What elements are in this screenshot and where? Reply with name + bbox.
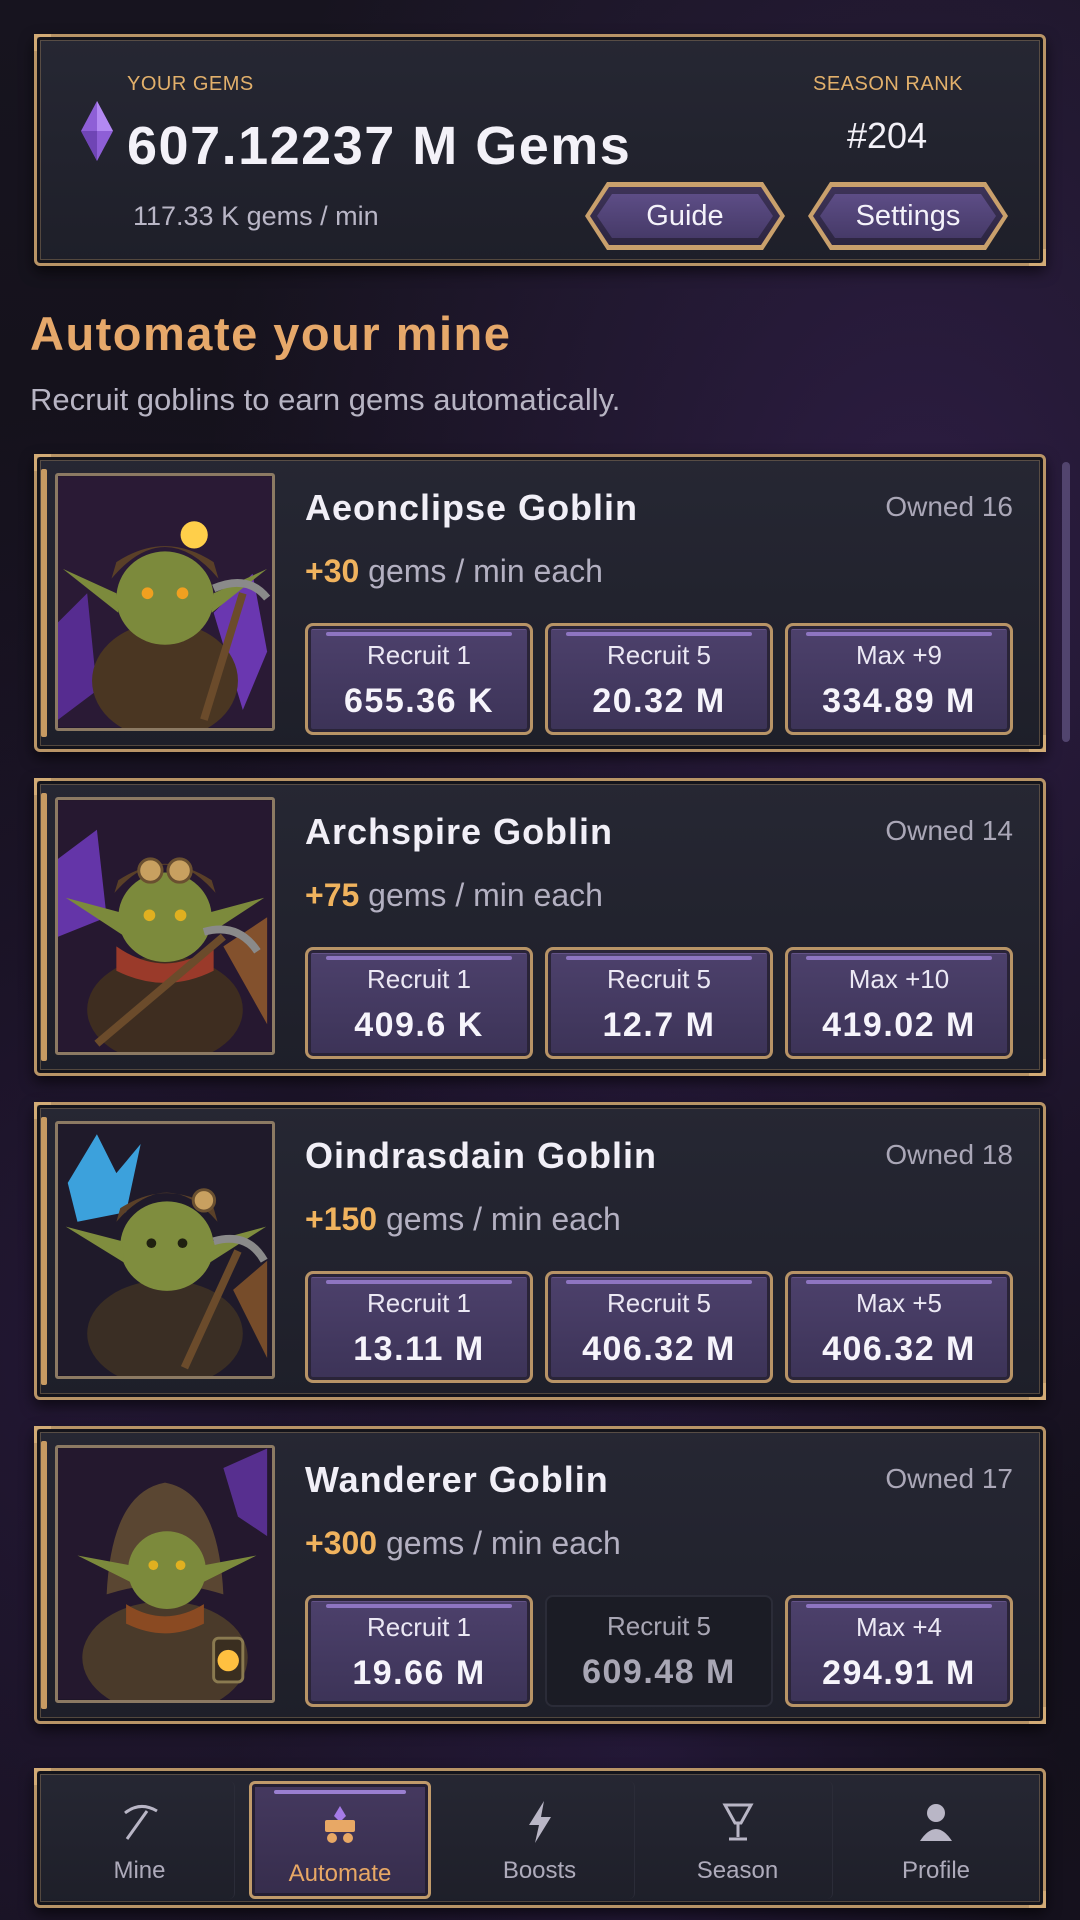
- recruit-max-button[interactable]: Max +10 419.02 M: [785, 947, 1013, 1059]
- button-cost: 19.66 M: [352, 1654, 486, 1692]
- goblin-name: Aeonclipse Goblin: [305, 487, 639, 528]
- owned-count: Owned 18: [885, 1139, 1013, 1170]
- goblin-portrait: [55, 797, 275, 1055]
- recruit-1-button[interactable]: Recruit 1 655.36 K: [305, 623, 533, 735]
- rate-suffix: gems / min each: [359, 877, 603, 913]
- nav-item-automate[interactable]: Automate: [249, 1781, 431, 1899]
- guide-button-label: Guide: [646, 199, 724, 232]
- goblin-card-wanderer: Wanderer Goblin Owned 17 +300 gems / min…: [34, 1426, 1046, 1724]
- button-cost: 294.91 M: [822, 1654, 976, 1692]
- section-title: Automate your mine: [30, 307, 512, 360]
- rate-suffix: gems / min each: [377, 1525, 621, 1561]
- season-rank-label: SEASON RANK: [813, 73, 963, 95]
- rate-suffix: gems / min each: [377, 1201, 621, 1237]
- button-cost: 609.48 M: [582, 1653, 736, 1691]
- goblin-card-archspire: Archspire Goblin Owned 14 +75 gems / min…: [34, 778, 1046, 1076]
- nav-label: Boosts: [502, 1857, 577, 1884]
- nav-item-mine[interactable]: Mine: [45, 1781, 235, 1899]
- lightning-icon: [528, 1801, 551, 1843]
- owned-count: Owned 17: [885, 1463, 1013, 1494]
- owned-count: Owned 14: [885, 815, 1013, 846]
- recruit-1-button[interactable]: Recruit 1 19.66 M: [305, 1595, 533, 1707]
- season-rank-value: #204: [847, 115, 928, 156]
- button-label: Recruit 5: [606, 1611, 712, 1641]
- nav-item-season[interactable]: Season: [643, 1781, 833, 1899]
- goblin-portrait: [55, 1445, 275, 1703]
- nav-label: Season: [696, 1857, 779, 1884]
- button-label: Max +10: [848, 964, 950, 994]
- scrollbar[interactable]: [1062, 462, 1070, 742]
- goblin-rate: +300 gems / min each: [305, 1525, 621, 1562]
- gem-icon: [81, 101, 113, 161]
- minecart-icon: [325, 1806, 355, 1843]
- button-cost: 20.32 M: [592, 682, 726, 720]
- goblin-rate: +150 gems / min each: [305, 1201, 621, 1238]
- button-cost: 13.11 M: [353, 1330, 485, 1368]
- settings-button-label: Settings: [855, 199, 961, 232]
- recruit-1-button[interactable]: Recruit 1 409.6 K: [305, 947, 533, 1059]
- gem-rate: 117.33 K gems / min: [133, 201, 379, 231]
- rate-suffix: gems / min each: [359, 553, 603, 589]
- goblin-name: Oindrasdain Goblin: [305, 1135, 658, 1176]
- button-cost: 655.36 K: [344, 682, 494, 720]
- gem-total: 607.12237 M Gems: [127, 116, 632, 176]
- goblin-card-aeonclipse: Aeonclipse Goblin Owned 16 +30 gems / mi…: [34, 454, 1046, 752]
- recruit-max-button[interactable]: Max +4 294.91 M: [785, 1595, 1013, 1707]
- button-cost: 409.6 K: [354, 1006, 484, 1044]
- button-label: Max +4: [856, 1612, 942, 1642]
- recruit-5-button[interactable]: Recruit 5 20.32 M: [545, 623, 773, 735]
- guide-button[interactable]: Guide: [585, 182, 785, 250]
- rate-amount: +150: [305, 1201, 378, 1237]
- button-label: Recruit 1: [366, 1288, 472, 1318]
- recruit-5-button[interactable]: Recruit 5 406.32 M: [545, 1271, 773, 1383]
- button-label: Recruit 5: [606, 964, 712, 994]
- owned-count: Owned 16: [885, 491, 1013, 522]
- button-label: Max +9: [856, 640, 942, 670]
- rate-amount: +300: [305, 1525, 378, 1561]
- trophy-icon: [721, 1803, 754, 1841]
- button-label: Recruit 1: [366, 964, 472, 994]
- goblin-portrait: [55, 1121, 275, 1379]
- goblin-portrait: [55, 473, 275, 731]
- button-cost: 406.32 M: [822, 1330, 976, 1368]
- goblin-name: Wanderer Goblin: [305, 1459, 609, 1500]
- goblin-card-oindrasdain: Oindrasdain Goblin Owned 18 +150 gems / …: [34, 1102, 1046, 1400]
- recruit-max-button[interactable]: Max +9 334.89 M: [785, 623, 1013, 735]
- button-label: Max +5: [856, 1288, 942, 1318]
- gems-label: YOUR GEMS: [127, 73, 254, 95]
- button-cost: 406.32 M: [582, 1330, 736, 1368]
- goblin-name: Archspire Goblin: [305, 811, 614, 852]
- button-cost: 12.7 M: [602, 1006, 716, 1044]
- section-subtitle: Recruit goblins to earn gems automatical…: [30, 382, 621, 417]
- nav-item-profile[interactable]: Profile: [841, 1781, 1031, 1899]
- recruit-max-button[interactable]: Max +5 406.32 M: [785, 1271, 1013, 1383]
- recruit-5-button[interactable]: Recruit 5 12.7 M: [545, 947, 773, 1059]
- pickaxe-icon: [123, 1805, 158, 1840]
- button-label: Recruit 1: [366, 1612, 472, 1642]
- button-label: Recruit 1: [366, 640, 472, 670]
- settings-button[interactable]: Settings: [808, 182, 1008, 250]
- button-cost: 334.89 M: [822, 682, 976, 720]
- button-label: Recruit 5: [606, 1288, 712, 1318]
- goblin-rate: +30 gems / min each: [305, 553, 603, 590]
- button-label: Recruit 5: [606, 640, 712, 670]
- goblin-rate: +75 gems / min each: [305, 877, 603, 914]
- person-icon: [920, 1804, 952, 1841]
- rate-amount: +30: [305, 553, 360, 589]
- nav-item-boosts[interactable]: Boosts: [445, 1781, 635, 1899]
- button-cost: 419.02 M: [822, 1006, 976, 1044]
- nav-label: Profile: [901, 1857, 971, 1884]
- recruit-1-button[interactable]: Recruit 1 13.11 M: [305, 1271, 533, 1383]
- recruit-5-button[interactable]: Recruit 5 609.48 M: [545, 1595, 773, 1707]
- nav-label: Mine: [113, 1857, 166, 1884]
- rate-amount: +75: [305, 877, 360, 913]
- bottom-nav: Mine Automate Boosts Season Profile: [34, 1768, 1046, 1908]
- nav-label: Automate: [288, 1860, 392, 1887]
